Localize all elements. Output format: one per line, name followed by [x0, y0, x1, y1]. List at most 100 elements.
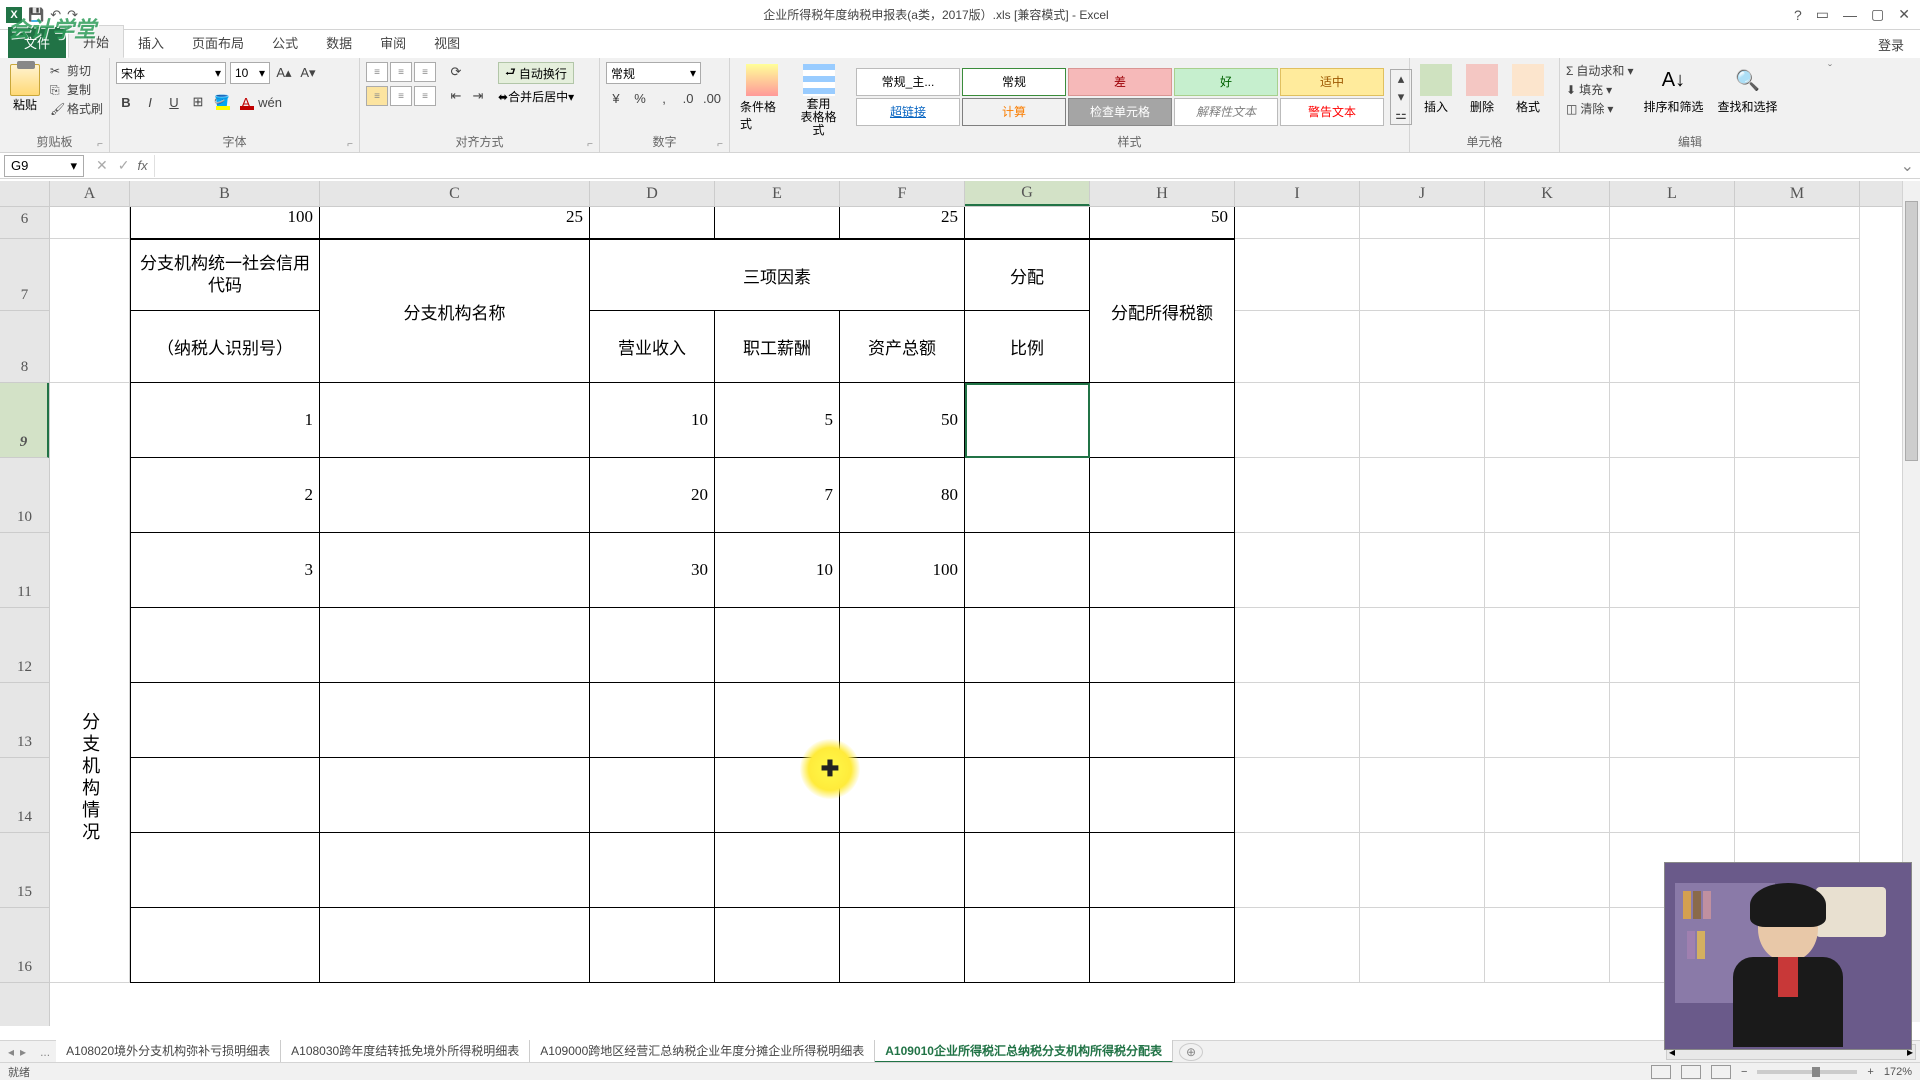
cell[interactable]: [1090, 833, 1235, 908]
cell[interactable]: [1610, 458, 1735, 533]
insert-cells-button[interactable]: 插入: [1416, 62, 1456, 117]
gallery-up-button[interactable]: ▴: [1391, 70, 1411, 88]
cell-styles-gallery[interactable]: 常规_主...常规差好适中超链接计算检查单元格解释性文本警告文本: [856, 68, 1384, 126]
cell[interactable]: 比例: [965, 311, 1090, 383]
column-header[interactable]: K: [1485, 181, 1610, 206]
cell[interactable]: [590, 758, 715, 833]
launcher-icon[interactable]: ⌐: [587, 139, 593, 150]
cell[interactable]: [1090, 608, 1235, 683]
cell[interactable]: [320, 458, 590, 533]
merge-center-button[interactable]: ⬌合并后居中▾: [498, 88, 574, 105]
cell[interactable]: [130, 833, 320, 908]
style-cell[interactable]: 警告文本: [1280, 98, 1384, 126]
cell[interactable]: [1610, 758, 1735, 833]
sheet-tab[interactable]: A108020境外分支机构弥补亏损明细表: [56, 1040, 281, 1063]
cell[interactable]: [1485, 383, 1610, 458]
percent-button[interactable]: %: [630, 88, 650, 108]
cell[interactable]: 分配: [965, 239, 1090, 311]
cell[interactable]: 分支机构名称: [320, 239, 590, 383]
cell[interactable]: [320, 908, 590, 983]
cell[interactable]: 分支机构情况: [50, 383, 130, 983]
cell[interactable]: [1360, 239, 1485, 311]
cell[interactable]: [840, 833, 965, 908]
cell[interactable]: [1235, 383, 1360, 458]
font-size-select[interactable]: 10▾: [230, 62, 270, 84]
row-header[interactable]: 9: [0, 383, 49, 458]
delete-cells-button[interactable]: 删除: [1462, 62, 1502, 117]
zoom-out-button[interactable]: −: [1741, 1066, 1747, 1078]
format-painter-button[interactable]: 🖌格式刷: [50, 100, 103, 117]
page-break-view-button[interactable]: [1711, 1065, 1731, 1079]
sort-filter-button[interactable]: A↓排序和筛选: [1639, 62, 1707, 117]
row-header[interactable]: 16: [0, 908, 49, 983]
cell[interactable]: [1360, 758, 1485, 833]
cell[interactable]: [1735, 533, 1860, 608]
cell[interactable]: [130, 683, 320, 758]
cell[interactable]: [965, 207, 1090, 239]
orientation-button[interactable]: ⟳: [446, 62, 466, 82]
cell[interactable]: [1360, 383, 1485, 458]
cell[interactable]: 25: [320, 207, 590, 239]
cell[interactable]: 10: [715, 533, 840, 608]
conditional-format-button[interactable]: 条件格式: [736, 62, 787, 134]
style-cell[interactable]: 解释性文本: [1174, 98, 1278, 126]
tab-insert[interactable]: 插入: [124, 27, 178, 58]
cell[interactable]: [715, 833, 840, 908]
cell[interactable]: [1735, 239, 1860, 311]
column-header[interactable]: G: [965, 181, 1090, 206]
bold-button[interactable]: B: [116, 92, 136, 112]
cell[interactable]: [1485, 683, 1610, 758]
column-header[interactable]: M: [1735, 181, 1860, 206]
cell[interactable]: [130, 908, 320, 983]
gallery-more-button[interactable]: ⚍: [1391, 106, 1411, 124]
column-header[interactable]: C: [320, 181, 590, 206]
format-as-table-button[interactable]: 套用 表格格式: [793, 62, 844, 140]
column-header[interactable]: A: [50, 181, 130, 206]
cell[interactable]: 20: [590, 458, 715, 533]
style-cell[interactable]: 计算: [962, 98, 1066, 126]
launcher-icon[interactable]: ⌐: [347, 139, 353, 150]
cell[interactable]: （纳税人识别号）: [130, 311, 320, 383]
cell[interactable]: [590, 683, 715, 758]
column-header[interactable]: D: [590, 181, 715, 206]
cell[interactable]: [1610, 239, 1735, 311]
cell[interactable]: [965, 833, 1090, 908]
style-cell[interactable]: 常规_主...: [856, 68, 960, 96]
cell[interactable]: [1485, 608, 1610, 683]
cell[interactable]: [965, 533, 1090, 608]
cell[interactable]: [320, 383, 590, 458]
launcher-icon[interactable]: ⌐: [97, 139, 103, 150]
fill-button[interactable]: ⬇填充▾: [1566, 81, 1633, 98]
cell[interactable]: [1360, 458, 1485, 533]
cell[interactable]: [590, 207, 715, 239]
expand-formula-icon[interactable]: ⌄: [1895, 156, 1920, 176]
cell[interactable]: [840, 683, 965, 758]
cell[interactable]: [1235, 311, 1360, 383]
clear-button[interactable]: ◫清除▾: [1566, 100, 1633, 117]
page-layout-view-button[interactable]: [1681, 1065, 1701, 1079]
cell[interactable]: [50, 207, 130, 239]
style-cell[interactable]: 适中: [1280, 68, 1384, 96]
close-icon[interactable]: ✕: [1898, 6, 1910, 23]
cell[interactable]: [50, 239, 130, 383]
style-cell[interactable]: 差: [1068, 68, 1172, 96]
cell[interactable]: [1360, 683, 1485, 758]
sheet-tab[interactable]: A109010企业所得税汇总纳税分支机构所得税分配表: [875, 1040, 1173, 1063]
column-header[interactable]: H: [1090, 181, 1235, 206]
copy-button[interactable]: ⎘复制: [50, 81, 103, 98]
tab-review[interactable]: 审阅: [366, 27, 420, 58]
cell[interactable]: 职工薪酬: [715, 311, 840, 383]
fill-color-button[interactable]: 🪣: [212, 92, 232, 112]
style-cell[interactable]: 超链接: [856, 98, 960, 126]
cell[interactable]: [1485, 239, 1610, 311]
cell[interactable]: [590, 833, 715, 908]
cell[interactable]: [1090, 533, 1235, 608]
column-header[interactable]: J: [1360, 181, 1485, 206]
cell[interactable]: [715, 908, 840, 983]
cell[interactable]: [715, 608, 840, 683]
gallery-down-button[interactable]: ▾: [1391, 88, 1411, 106]
cell[interactable]: 50: [1090, 207, 1235, 239]
cell[interactable]: [965, 458, 1090, 533]
cell[interactable]: [1360, 207, 1485, 239]
cell[interactable]: 100: [130, 207, 320, 239]
